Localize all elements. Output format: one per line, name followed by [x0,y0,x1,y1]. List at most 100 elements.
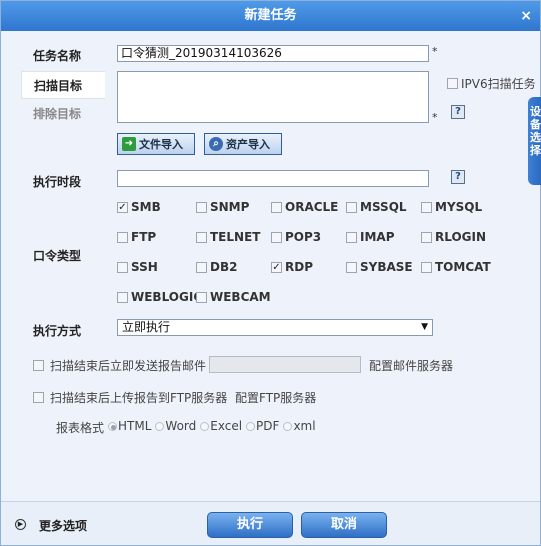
dialog-titlebar: 新建任务 × [1,1,540,31]
checkbox[interactable] [117,291,128,303]
radio-excel-label: Excel [210,419,243,433]
expand-more-icon[interactable]: ▶ [15,519,26,530]
configure-ftp-server-link[interactable]: 配置FTP服务器 [235,389,316,406]
target-help-icon[interactable]: ? [451,105,465,119]
option-label: ORACLE [285,200,339,214]
email-report-checkbox[interactable] [33,360,44,371]
tab-scan-target[interactable]: 扫描目标 [21,71,105,99]
option-label: WEBLOGIC [131,290,203,304]
option-imap[interactable]: IMAP [346,230,395,244]
option-label: SNMP [210,200,250,214]
checkbox[interactable] [346,231,357,243]
option-telnet[interactable]: TELNET [196,230,260,244]
exec-period-input[interactable] [117,170,429,187]
checkbox[interactable] [421,231,432,243]
radio-word[interactable] [155,421,165,431]
report-format-label: 报表格式 [56,421,105,435]
task-name-input[interactable]: 口令猜测_20190314103626 [117,45,429,62]
exec-period-label: 执行时段 [33,175,82,189]
exec-mode-select[interactable]: 立即执行 ▼ [117,319,433,336]
execute-button[interactable]: 执行 [207,512,293,538]
password-type-label: 口令类型 [33,249,82,263]
checkbox[interactable] [271,201,282,213]
radio-word-label: Word [165,419,197,433]
option-rdp[interactable]: ✓ RDP [271,260,313,274]
more-options-link[interactable]: 更多选项 [39,517,87,534]
option-oracle[interactable]: ORACLE [271,200,338,214]
report-format-options: HTML Word Excel PDF xml [108,419,316,433]
close-icon[interactable]: × [520,1,532,31]
option-pop3[interactable]: POP3 [271,230,321,244]
exec-period-help-icon[interactable]: ? [451,170,465,184]
exec-mode-value: 立即执行 [122,320,171,334]
file-import-label: 文件导入 [139,138,183,151]
new-task-dialog: 新建任务 × 任务名称 口令猜测_20190314103626 * 扫描目标 排… [0,0,541,546]
radio-pdf[interactable] [246,421,256,431]
option-label: POP3 [285,230,322,244]
exec-mode-label: 执行方式 [33,324,82,338]
email-address-input[interactable] [209,356,361,373]
radio-xml[interactable] [283,421,293,431]
ipv6-scan-option[interactable]: IPV6扫描任务 [447,75,536,92]
chevron-down-icon: ▼ [421,322,428,332]
checkbox[interactable] [421,201,432,213]
option-sybase[interactable]: SYBASE [346,260,413,274]
checkbox[interactable] [346,261,357,273]
radio-excel[interactable] [200,421,210,431]
checkbox[interactable] [117,261,128,273]
checkbox[interactable] [346,201,357,213]
dialog-title: 新建任务 [244,8,297,23]
search-icon: ⌕ [209,137,223,151]
option-tomcat[interactable]: TOMCAT [421,260,491,274]
email-report-option[interactable]: 扫描结束后立即发送报告邮件 [33,357,206,374]
option-label: MYSQL [435,200,483,214]
checkbox[interactable] [421,261,432,273]
radio-xml-label: xml [293,419,316,433]
option-rlogin[interactable]: RLOGIN [421,230,486,244]
option-snmp[interactable]: SNMP [196,200,249,214]
option-mysql[interactable]: MYSQL [421,200,482,214]
option-weblogic[interactable]: WEBLOGIC [117,290,202,304]
checkbox[interactable]: ✓ [271,261,282,273]
option-ssh[interactable]: SSH [117,260,158,274]
option-label: MSSQL [360,200,407,214]
scan-target-textarea[interactable] [117,71,429,123]
ftp-report-option[interactable]: 扫描结束后上传报告到FTP服务器 [33,389,227,406]
option-label: IMAP [360,230,395,244]
asset-import-button[interactable]: ⌕ 资产导入 [204,133,282,155]
option-webcam[interactable]: WEBCAM [196,290,271,304]
file-import-button[interactable]: ➜ 文件导入 [117,133,195,155]
checkbox[interactable] [196,261,207,273]
radio-html-label: HTML [118,419,152,433]
tab-exclude-target[interactable]: 排除目标 [21,100,105,128]
ftp-report-checkbox[interactable] [33,392,44,403]
option-label: WEBCAM [210,290,271,304]
task-name-required-mark: * [432,45,438,58]
option-label: DB2 [210,260,238,274]
arrow-right-icon: ➜ [122,137,136,151]
checkbox[interactable] [271,231,282,243]
option-label: SYBASE [360,260,413,274]
option-mssql[interactable]: MSSQL [346,200,407,214]
cancel-button[interactable]: 取消 [301,512,387,538]
checkbox[interactable] [117,231,128,243]
checkbox[interactable] [196,291,207,303]
option-db2[interactable]: DB2 [196,260,237,274]
scan-target-required-mark: * [432,111,438,124]
ipv6-checkbox[interactable] [447,78,458,89]
checkbox[interactable] [196,231,207,243]
email-report-label: 扫描结束后立即发送报告邮件 [50,359,207,373]
option-label: SMB [131,200,161,214]
option-smb[interactable]: ✓ SMB [117,200,161,214]
radio-html[interactable] [108,421,117,431]
option-ftp[interactable]: FTP [117,230,156,244]
device-selection-tab[interactable]: 设备选择 [528,97,541,185]
ipv6-label: IPV6扫描任务 [461,77,536,91]
configure-mail-server-link[interactable]: 配置邮件服务器 [369,357,453,374]
option-label: FTP [131,230,157,244]
checkbox[interactable]: ✓ [117,201,128,213]
option-label: RLOGIN [435,230,487,244]
radio-pdf-label: PDF [256,419,280,433]
checkbox[interactable] [196,201,207,213]
option-label: TOMCAT [435,260,491,274]
